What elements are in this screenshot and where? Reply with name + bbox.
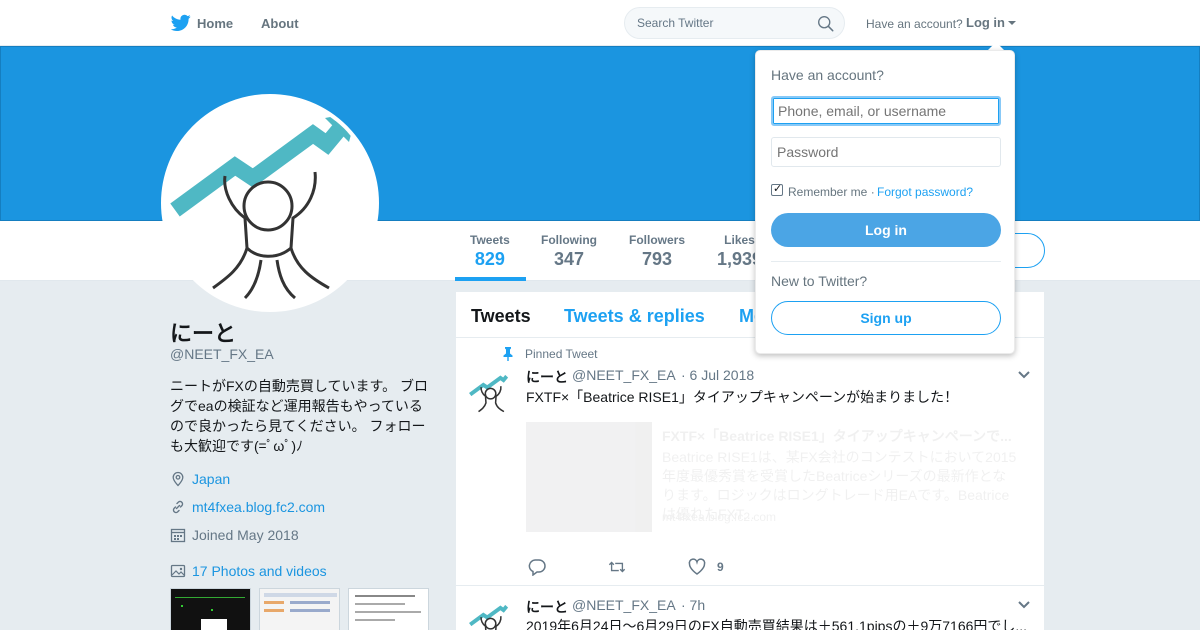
nav-about-link[interactable]: About xyxy=(261,16,299,31)
joined-text: Joined May 2018 xyxy=(192,527,299,543)
tweet-text: FXTF×「Beatrice RISE1」タイアップキャンペーンが始まりました！ xyxy=(526,389,959,405)
login-dropdown-toggle[interactable]: Log in xyxy=(966,15,1005,30)
active-stat-indicator xyxy=(455,277,526,281)
tweet-author-handle[interactable]: @NEET_FX_EA xyxy=(572,597,676,613)
tweet-text: 2019年6月24日～6月29日のFX自動売買結果は＋561.1pipsの＋9万… xyxy=(526,618,1028,630)
search-placeholder: Search Twitter xyxy=(637,16,714,30)
login-dropdown: Have an account? Remember me · Forgot pa… xyxy=(755,50,1015,354)
avatar-illustration xyxy=(469,603,510,630)
password-input[interactable] xyxy=(771,137,1001,167)
stat-label: Following xyxy=(541,233,597,247)
tweet-timestamp[interactable]: · 6 Jul 2018 xyxy=(681,367,754,383)
forgot-password-link[interactable]: Forgot password? xyxy=(877,185,973,199)
like-count: 9 xyxy=(717,560,724,574)
username-input[interactable] xyxy=(771,96,1001,126)
retweet-icon[interactable] xyxy=(608,558,626,576)
chevron-down-icon[interactable] xyxy=(1008,21,1016,25)
stat-label: Tweets xyxy=(470,233,510,247)
avatar-illustration xyxy=(469,373,510,413)
avatar-illustration xyxy=(170,112,357,300)
tweet-author-name[interactable]: にーと xyxy=(526,597,568,617)
photos-videos-link[interactable]: 17 Photos and videos xyxy=(192,563,327,579)
image-icon xyxy=(170,564,186,578)
twitter-bird-icon[interactable] xyxy=(171,14,191,32)
table-screenshot-thumbnail xyxy=(355,595,421,621)
top-navigation-bar: Home About Search Twitter Have an accoun… xyxy=(0,0,1200,46)
media-thumbnail[interactable] xyxy=(348,588,429,630)
profile-bio: ニートがFXの自動売買しています。 ブログでeaの検証など運用報告もやっているの… xyxy=(170,378,428,454)
card-title: FXTF×「Beatrice RISE1」タイアップキャンペーンで... xyxy=(662,428,1012,444)
new-to-twitter-text: New to Twitter? xyxy=(771,273,868,289)
profile-handle[interactable]: @NEET_FX_EA xyxy=(170,346,274,362)
avatar[interactable] xyxy=(468,370,514,416)
media-thumbnail[interactable] xyxy=(259,588,340,630)
stat-label: Followers xyxy=(629,233,686,247)
search-icon[interactable] xyxy=(817,15,834,32)
link-icon xyxy=(172,500,184,514)
stat-value: 793 xyxy=(641,249,673,269)
media-thumbnail[interactable] xyxy=(170,588,251,630)
location-link[interactable]: Japan xyxy=(192,471,230,487)
chart-screenshot-thumbnail xyxy=(175,597,245,630)
pinned-label: Pinned Tweet xyxy=(525,347,598,361)
have-account-text: Have an account? xyxy=(866,17,963,31)
signup-button[interactable]: Sign up xyxy=(771,301,1001,335)
search-input[interactable]: Search Twitter xyxy=(624,7,845,39)
avatar[interactable] xyxy=(468,600,514,630)
tweet-item[interactable]: にーと @NEET_FX_EA · 7h 2019年6月24日～6月29日のFX… xyxy=(456,586,1044,630)
tweet-author-name[interactable]: にーと xyxy=(526,367,568,387)
stat-tweets[interactable]: Tweets 829 xyxy=(470,233,510,270)
pin-icon xyxy=(503,347,513,361)
nav-home-link[interactable]: Home xyxy=(197,16,233,31)
report-screenshot-thumbnail xyxy=(264,593,337,612)
location-pin-icon xyxy=(172,471,184,487)
chevron-down-icon[interactable] xyxy=(1017,370,1031,380)
card-url: mt4fxea.blog.fc2.com xyxy=(662,510,777,524)
stat-value: 347 xyxy=(553,249,585,269)
login-button[interactable]: Log in xyxy=(771,213,1001,247)
link-preview-card[interactable]: FXTF×「Beatrice RISE1」タイアップキャンペーンで... Bea… xyxy=(526,422,1020,532)
dropdown-heading: Have an account? xyxy=(771,67,884,83)
card-image xyxy=(526,422,652,532)
profile-avatar[interactable] xyxy=(161,94,379,312)
calendar-icon xyxy=(170,528,186,543)
profile-name[interactable]: にーと xyxy=(170,316,236,348)
tweet-timestamp[interactable]: · 7h xyxy=(681,597,705,613)
remember-me-checkbox[interactable] xyxy=(771,182,783,196)
divider xyxy=(771,261,1001,262)
website-link[interactable]: mt4fxea.blog.fc2.com xyxy=(192,499,325,515)
like-icon[interactable] xyxy=(688,558,706,576)
stat-following[interactable]: Following 347 xyxy=(541,233,597,270)
stat-followers[interactable]: Followers 793 xyxy=(629,233,685,270)
remember-me-label[interactable]: Remember me · xyxy=(788,185,875,199)
stat-value: 829 xyxy=(474,249,505,269)
reply-icon[interactable] xyxy=(528,558,546,576)
chevron-down-icon[interactable] xyxy=(1017,600,1031,610)
tweet-author-handle[interactable]: @NEET_FX_EA xyxy=(572,367,676,383)
